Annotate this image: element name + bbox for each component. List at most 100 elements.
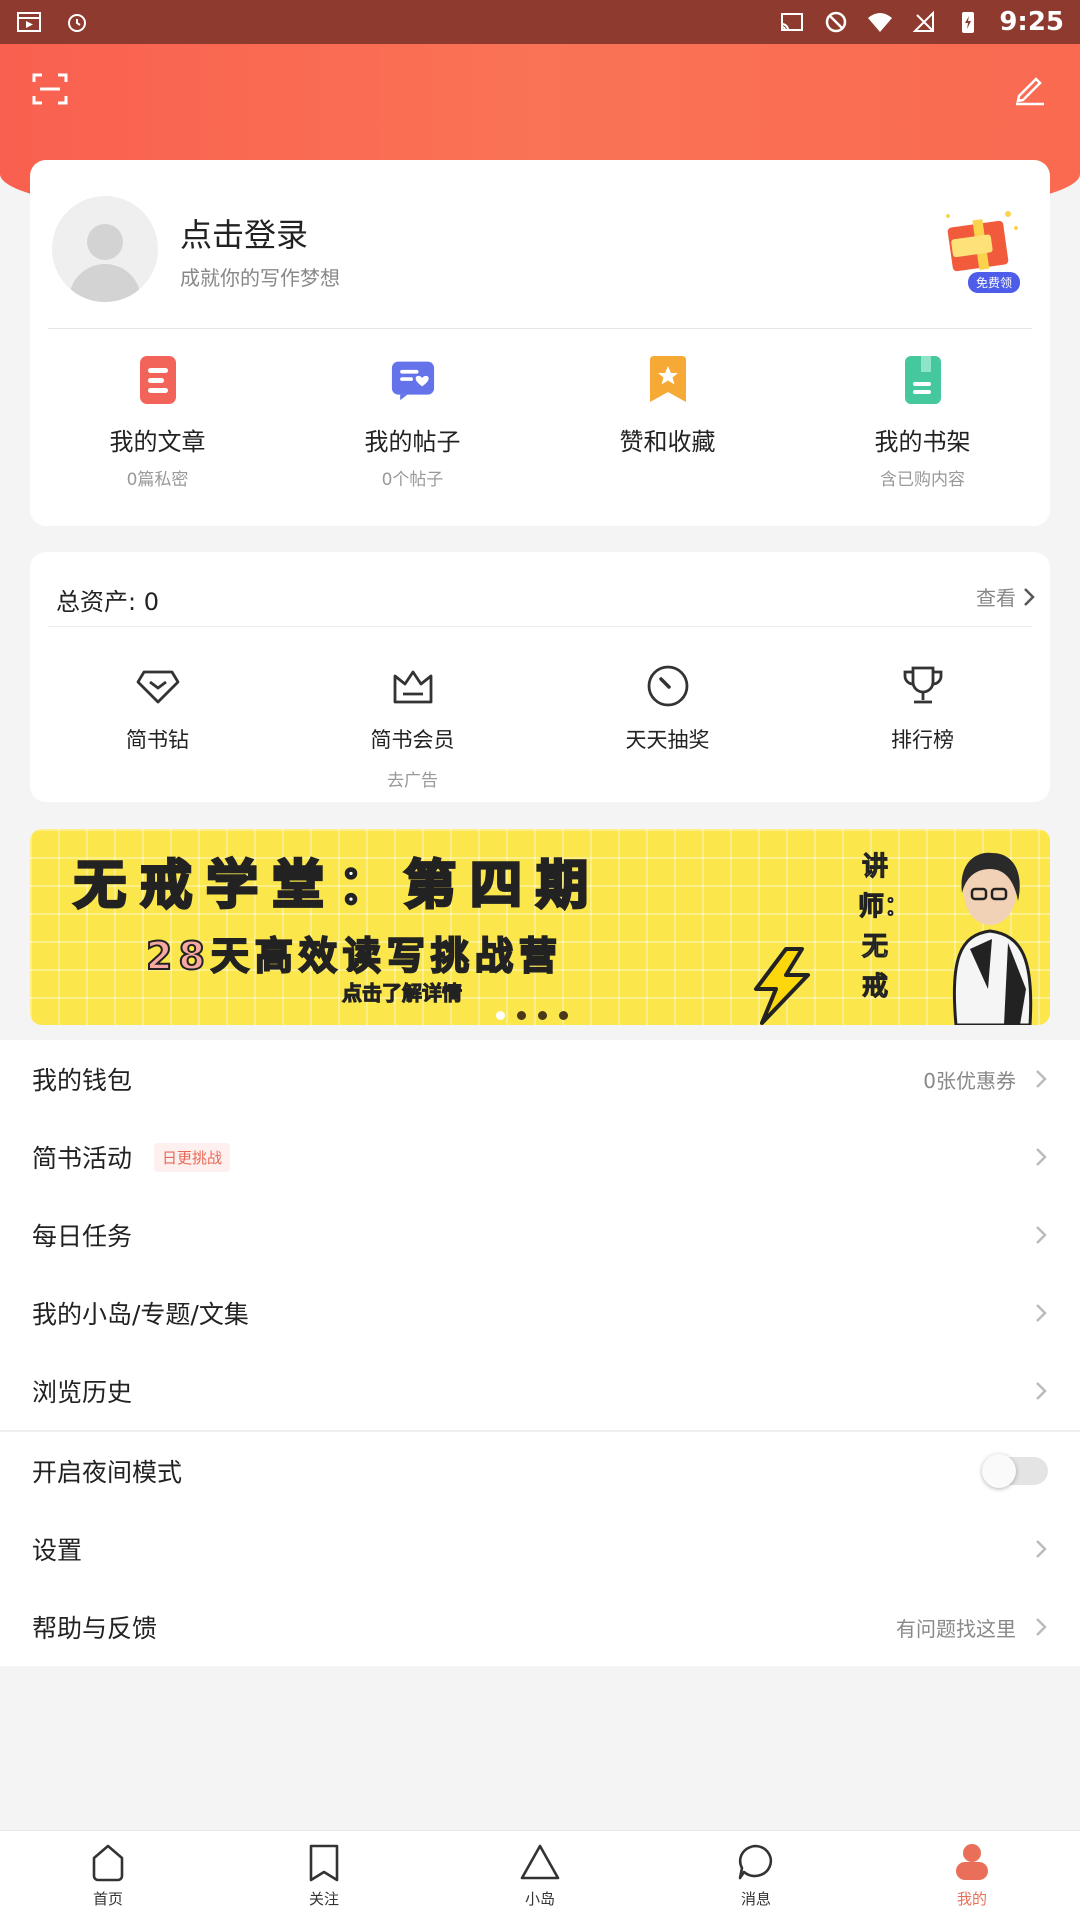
dial-icon: [647, 665, 688, 707]
nav-messages[interactable]: 消息: [648, 1831, 864, 1920]
menu-activities[interactable]: 简书活动 日更挑战: [0, 1118, 1080, 1196]
home-icon: [92, 1844, 124, 1882]
quick-label: 我的书架: [874, 428, 971, 456]
menu-label: 开启夜间模式: [32, 1458, 183, 1487]
nav-me[interactable]: 我的: [864, 1831, 1080, 1920]
menu-daily-tasks[interactable]: 每日任务: [0, 1196, 1080, 1274]
person-icon: [956, 1844, 988, 1880]
banner-cta: 点击了解详情: [342, 981, 463, 1006]
dnd-icon: [826, 11, 847, 33]
tool-sub: 去广告: [387, 771, 438, 791]
tool-membership[interactable]: 简书会员 去广告: [285, 662, 540, 791]
chevron-right-icon: [1036, 1148, 1047, 1166]
login-subtitle: 成就你的写作梦想: [180, 266, 340, 290]
tool-label: 排行榜: [891, 728, 954, 752]
quick-label: 我的帖子: [364, 428, 461, 456]
menu-help[interactable]: 帮助与反馈 有问题找这里: [0, 1588, 1080, 1666]
cast-icon: [781, 13, 804, 31]
quick-likes-favorites[interactable]: 赞和收藏: [540, 356, 795, 485]
triangle-icon: [520, 1844, 560, 1880]
quick-my-posts[interactable]: 我的帖子 0个帖子: [285, 356, 540, 490]
quick-sub: 含已购内容: [880, 470, 965, 490]
nav-label: 首页: [92, 1890, 123, 1908]
nav-label: 关注: [308, 1890, 339, 1908]
chevron-right-icon: [1036, 1540, 1047, 1558]
tool-label: 天天抽奖: [625, 728, 710, 752]
menu-right-text: 0张优惠券: [923, 1068, 1016, 1093]
total-assets: 总资产: 0: [56, 588, 159, 616]
quick-label: 赞和收藏: [619, 428, 716, 456]
menu-settings[interactable]: 设置: [0, 1510, 1080, 1588]
chevron-right-icon: [1036, 1304, 1047, 1322]
quick-my-articles[interactable]: 我的文章 0篇私密: [30, 356, 285, 490]
quick-links: 我的文章 0篇私密 我的帖子 0个帖子 赞和收藏 我的书架 含已购内容: [30, 356, 1050, 490]
pencil-icon: [1016, 77, 1044, 106]
alarm-icon: [68, 14, 86, 32]
nav-label: 小岛: [524, 1890, 555, 1908]
menu-night-mode: 开启夜间模式: [0, 1432, 1080, 1510]
nav-label: 消息: [740, 1890, 771, 1908]
menu-right-text: 有问题找这里: [896, 1616, 1016, 1641]
post-icon: [391, 361, 434, 401]
bookshelf-icon: [904, 356, 941, 404]
menu-list: 我的钱包 0张优惠券 简书活动 日更挑战 每日任务 我的小岛/专题/文集 浏览历…: [0, 1040, 1080, 1666]
page-dot[interactable]: [517, 1011, 526, 1020]
nav-follow[interactable]: 关注: [216, 1831, 432, 1920]
edit-button[interactable]: [1008, 67, 1052, 111]
star-bookmark-icon: [649, 356, 686, 402]
gift-badge[interactable]: 免费领: [967, 272, 1020, 293]
promo-banner[interactable]: 无戒学堂：第四期 28天高效读写挑战营 点击了解详情 讲师：无戒: [30, 829, 1050, 1025]
chevron-right-icon: [1036, 1070, 1047, 1088]
signal-icon: [912, 10, 935, 32]
menu-label: 我的小岛/专题/文集: [32, 1300, 249, 1329]
menu-label: 设置: [32, 1536, 83, 1565]
menu-label: 帮助与反馈: [32, 1614, 158, 1643]
chevron-right-icon: [1036, 1382, 1047, 1400]
night-mode-toggle[interactable]: [982, 1454, 1048, 1488]
tool-diamond[interactable]: 简书钻: [30, 662, 285, 786]
quick-sub: 0篇私密: [126, 470, 189, 490]
lightning-icon: [754, 947, 810, 1025]
nav-label: 我的: [956, 1890, 987, 1908]
menu-history[interactable]: 浏览历史: [0, 1352, 1080, 1430]
login-title[interactable]: 点击登录: [180, 210, 308, 256]
trophy-icon: [903, 666, 942, 704]
divider: [48, 328, 1032, 329]
assets-card: 总资产: 0 查看 简书钻 简书会员 去广告 天天抽奖 排行榜: [30, 552, 1050, 802]
tool-links: 简书钻 简书会员 去广告 天天抽奖 排行榜: [30, 662, 1050, 791]
page-dot[interactable]: [496, 1011, 505, 1020]
activity-tag: 日更挑战: [154, 1142, 231, 1172]
avatar[interactable]: [52, 196, 158, 302]
menu-wallet[interactable]: 我的钱包 0张优惠券: [0, 1040, 1080, 1118]
tool-lottery[interactable]: 天天抽奖: [540, 662, 795, 786]
status-time: 9:25: [999, 7, 1064, 37]
tool-label: 简书钻: [126, 728, 189, 752]
battery-icon: [962, 12, 975, 33]
chevron-right-icon: [1036, 1226, 1047, 1244]
menu-label: 我的钱包: [32, 1066, 133, 1095]
banner-subtitle: 28天高效读写挑战营: [145, 933, 563, 979]
chevron-right-icon: [1024, 587, 1035, 606]
page-dot[interactable]: [559, 1011, 568, 1020]
lecturer-photo: [952, 852, 1033, 1025]
banner-title: 无戒学堂：第四期: [72, 855, 603, 918]
view-assets-link[interactable]: 查看: [976, 582, 1036, 611]
view-label: 查看: [976, 586, 1016, 610]
bookmark-icon: [309, 1844, 339, 1882]
banner-lecturer: 讲师：无戒: [858, 852, 911, 1003]
banner-pagination: [496, 1011, 568, 1020]
top-bar: [0, 44, 1080, 134]
media-icon: [17, 12, 41, 32]
quick-my-bookshelf[interactable]: 我的书架 含已购内容: [795, 356, 1050, 490]
divider: [48, 626, 1032, 627]
menu-my-collections[interactable]: 我的小岛/专题/文集: [0, 1274, 1080, 1352]
nav-island[interactable]: 小岛: [432, 1831, 648, 1920]
wifi-icon: [868, 13, 893, 32]
nav-home[interactable]: 首页: [0, 1831, 216, 1920]
tool-ranking[interactable]: 排行榜: [795, 662, 1050, 786]
menu-label: 浏览历史: [32, 1378, 133, 1407]
scan-icon: [32, 73, 68, 105]
page-dot[interactable]: [538, 1011, 547, 1020]
scan-button[interactable]: [28, 67, 72, 111]
quick-sub: 0个帖子: [381, 470, 444, 490]
